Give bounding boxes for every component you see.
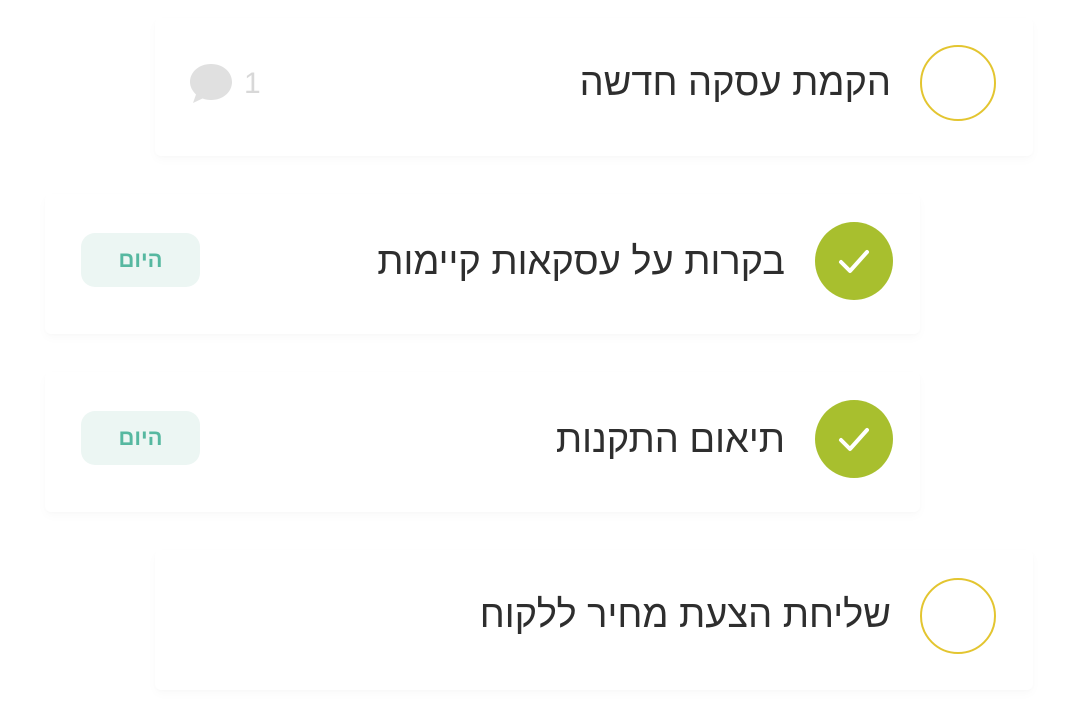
checkmark-icon [839,428,869,451]
task-row[interactable]: בקרות על עסקאות קיימות היום [45,194,920,334]
task-toggle-checkbox[interactable] [920,45,996,121]
due-date-badge: היום [81,411,200,465]
task-title: בקרות על עסקאות קיימות [377,241,785,283]
due-date-badge: היום [81,233,200,287]
comment-indicator[interactable]: 1 [188,62,261,106]
task-row[interactable]: הקמת עסקה חדשה 1 [155,18,1033,156]
task-toggle-checkbox[interactable] [815,400,893,478]
task-row[interactable]: תיאום התקנות היום [45,372,920,512]
task-list: הקמת עסקה חדשה 1 בקרות על עסקאות קיימות … [0,0,1080,722]
checkmark-icon [839,250,869,273]
task-title: הקמת עסקה חדשה [579,62,891,104]
task-row[interactable]: שליחת הצעת מחיר ללקוח [155,550,1033,690]
speech-bubble-icon [190,64,232,103]
task-toggle-checkbox[interactable] [920,578,996,654]
task-title: תיאום התקנות [555,419,785,461]
task-title: שליחת הצעת מחיר ללקוח [479,594,891,636]
task-toggle-checkbox[interactable] [815,222,893,300]
comment-count: 1 [244,67,261,100]
